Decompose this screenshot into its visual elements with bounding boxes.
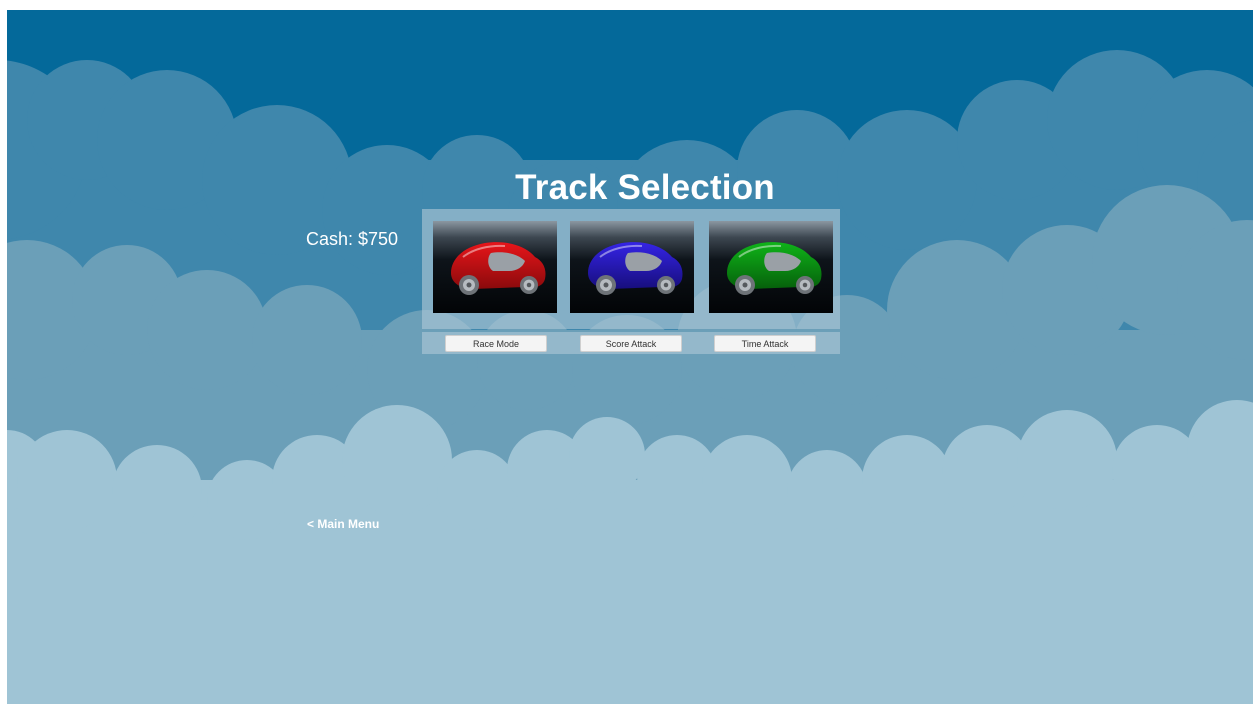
screen-title: Track Selection xyxy=(515,168,775,207)
score-attack-button[interactable]: Score Attack xyxy=(580,335,682,352)
game-scene: Track Selection Cash: $750 Race Mode Sco… xyxy=(7,10,1253,704)
blue-car-icon xyxy=(588,242,683,295)
red-car-icon xyxy=(451,242,546,295)
time-attack-button[interactable]: Time Attack xyxy=(714,335,816,352)
track-card-2[interactable] xyxy=(570,221,694,313)
mode-buttons-panel: Race Mode Score Attack Time Attack xyxy=(422,332,840,354)
cash-display: Cash: $750 xyxy=(306,229,399,249)
cloud-background xyxy=(7,50,1253,704)
track-card-3[interactable] xyxy=(709,221,833,313)
green-car-icon xyxy=(727,242,822,295)
race-mode-button[interactable]: Race Mode xyxy=(445,335,547,352)
track-card-1[interactable] xyxy=(433,221,557,313)
track-cards-panel xyxy=(422,209,840,329)
main-menu-link[interactable]: < Main Menu xyxy=(307,517,379,531)
